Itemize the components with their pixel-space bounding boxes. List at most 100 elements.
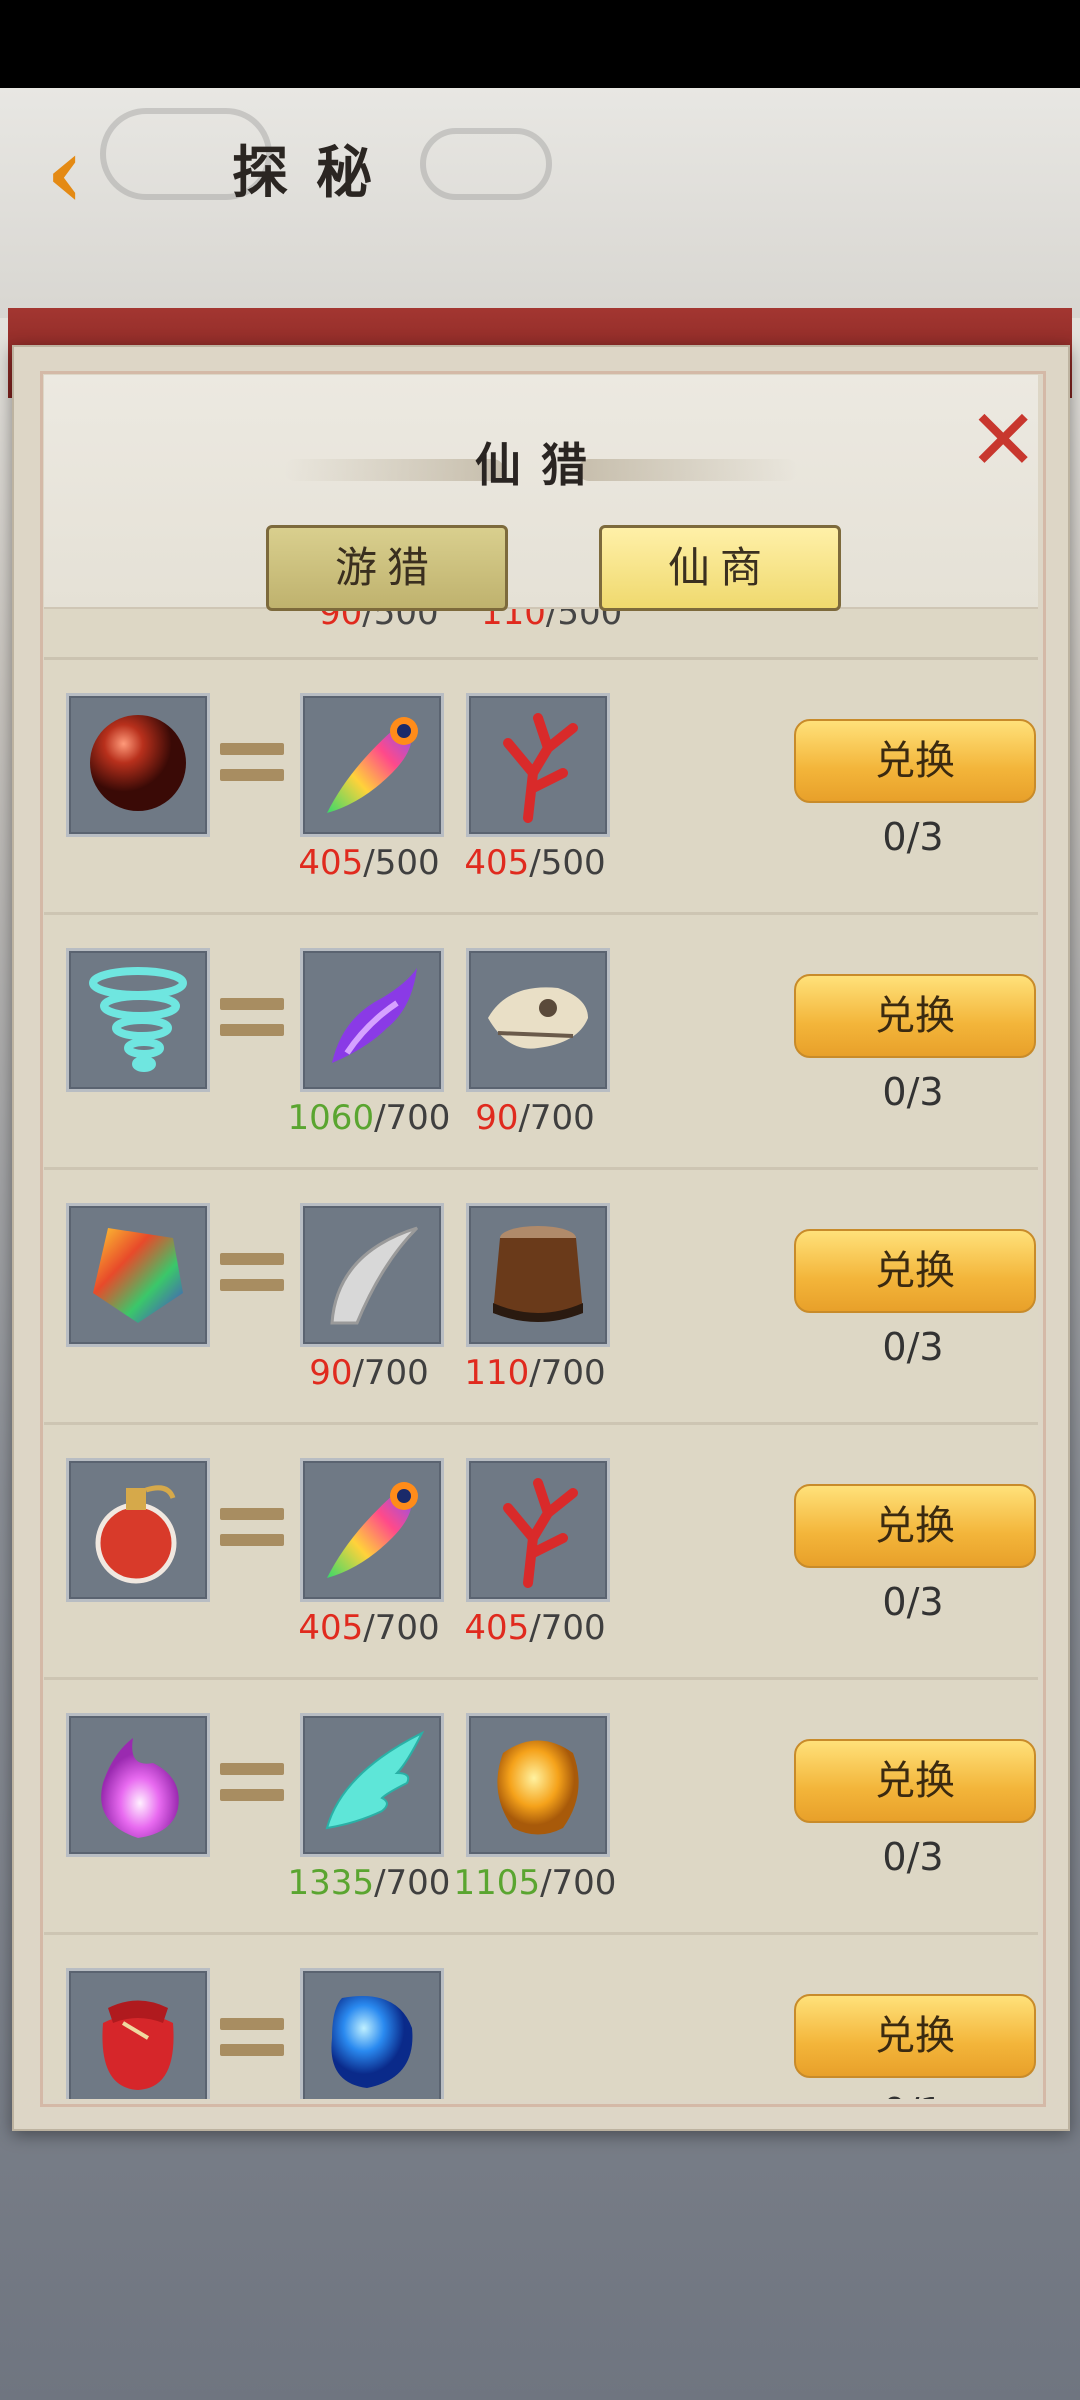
beast-skull-icon xyxy=(478,958,598,1082)
page-title: 探秘 xyxy=(232,140,400,206)
equals-icon xyxy=(220,1253,284,1293)
exchange-limit: 0/3 xyxy=(882,1835,944,1879)
rainbow-feather-icon xyxy=(312,1468,432,1592)
exchange-button[interactable]: 兑换 xyxy=(794,974,1036,1058)
exchange-button[interactable]: 兑换 xyxy=(794,1229,1036,1313)
exchange-button[interactable]: 兑换 xyxy=(794,1994,1036,2078)
tab-merchant[interactable]: 仙商 xyxy=(599,525,841,611)
material-slot[interactable] xyxy=(466,693,610,837)
have-count: 90 xyxy=(475,1098,519,1138)
rainbow-feather-icon xyxy=(312,703,432,827)
material-slot[interactable] xyxy=(300,693,444,837)
blue-gem-icon xyxy=(312,1978,432,2099)
reward-slot[interactable] xyxy=(66,1458,210,1602)
equals-icon xyxy=(220,998,284,1038)
have-count: 405 xyxy=(464,843,530,883)
exchange-button[interactable]: 兑换 xyxy=(794,1484,1036,1568)
tab-hunt[interactable]: 游猎 xyxy=(266,525,508,611)
page-header: ‹ 探秘 xyxy=(0,88,1080,318)
exchange-limit: 0/1 xyxy=(794,2090,1032,2099)
exchange-limit: 0/3 xyxy=(882,1070,944,1114)
exchange-limit: 0/3 xyxy=(882,1325,944,1369)
fang-icon xyxy=(312,1213,432,1337)
material-slot[interactable] xyxy=(300,1458,444,1602)
cloud-decoration xyxy=(420,128,552,200)
rainbow-gem-icon xyxy=(78,1213,198,1337)
list-item: 1335/700 1105/700 兑换 0/3 xyxy=(44,1677,1038,1935)
close-icon[interactable]: ✕ xyxy=(968,398,1038,482)
purple-hair-icon xyxy=(312,958,432,1082)
material-slot[interactable] xyxy=(466,1458,610,1602)
red-coral-icon xyxy=(478,703,598,827)
red-orb-icon xyxy=(83,708,193,822)
equals-icon xyxy=(220,743,284,783)
dialog-header: 仙猎 ✕ 游猎 仙商 xyxy=(44,375,1038,611)
have-count: 1335 xyxy=(287,1863,375,1903)
have-count: 1060 xyxy=(287,1098,375,1138)
material-slot[interactable] xyxy=(300,1713,444,1857)
material-slot[interactable] xyxy=(300,1968,444,2099)
material-slot[interactable] xyxy=(300,948,444,1092)
equals-icon xyxy=(220,1763,284,1803)
purple-flame-icon xyxy=(78,1723,198,1847)
material-slot[interactable] xyxy=(466,1203,610,1347)
need-count: /700 xyxy=(529,1353,606,1393)
have-count: 90 xyxy=(309,1353,353,1393)
have-count: 405 xyxy=(464,1608,530,1648)
cyan-tornado-icon xyxy=(78,958,198,1082)
exchange-limit: 0/3 xyxy=(882,815,944,859)
status-bar xyxy=(0,0,1080,88)
material-count: 405/700 xyxy=(284,1608,454,1648)
have-count: 405 xyxy=(298,1608,364,1648)
red-potion-icon xyxy=(78,1468,198,1592)
material-slot[interactable] xyxy=(466,1713,610,1857)
hunt-dialog: 仙猎 ✕ 游猎 仙商 90/500 110/500 405/500 405/500… xyxy=(12,345,1070,2131)
exchange-limit: 0/3 xyxy=(882,1580,944,1624)
red-coral-icon xyxy=(478,1468,598,1592)
reward-slot[interactable] xyxy=(66,948,210,1092)
have-count: 110 xyxy=(464,1353,530,1393)
exchange-button[interactable]: 兑换 xyxy=(794,719,1036,803)
list-item: 90/500 110/500 xyxy=(44,607,1038,660)
cyan-wing-icon xyxy=(312,1723,432,1847)
material-count: 1105/700 xyxy=(450,1863,620,1903)
material-count: 1060/700 xyxy=(284,1098,454,1138)
need-count: /700 xyxy=(352,1353,429,1393)
hoof-icon xyxy=(478,1213,598,1337)
back-button[interactable]: ‹ xyxy=(20,125,110,221)
have-count: 405 xyxy=(298,843,364,883)
golden-shell-icon xyxy=(478,1723,598,1847)
need-count: /700 xyxy=(529,1608,606,1648)
reward-slot[interactable] xyxy=(66,1713,210,1857)
material-count: 90/700 xyxy=(284,1353,454,1393)
material-count: 110/700 xyxy=(450,1353,620,1393)
equals-icon xyxy=(220,1508,284,1548)
reward-slot[interactable] xyxy=(66,1203,210,1347)
list-item: 405/500 405/500 兑换 0/3 xyxy=(44,657,1038,915)
exchange-button[interactable]: 兑换 xyxy=(794,1739,1036,1823)
list-item: 405/700 405/700 兑换 0/3 xyxy=(44,1422,1038,1680)
need-count: /500 xyxy=(529,843,606,883)
need-count: /500 xyxy=(363,843,440,883)
material-slot[interactable] xyxy=(300,1203,444,1347)
equals-icon xyxy=(220,2018,284,2058)
list-item: 90/700 110/700 兑换 0/3 xyxy=(44,1167,1038,1425)
need-count: /700 xyxy=(374,1863,451,1903)
exchange-list[interactable]: 90/500 110/500 405/500 405/500 兑换 0/3 1060/7… xyxy=(44,607,1038,2099)
material-slot[interactable] xyxy=(466,948,610,1092)
need-count: /700 xyxy=(518,1098,595,1138)
material-count: 1335/700 xyxy=(284,1863,454,1903)
reward-slot[interactable] xyxy=(66,1968,210,2099)
material-count: 405/500 xyxy=(284,843,454,883)
material-count: 405/700 xyxy=(450,1608,620,1648)
red-pouch-icon xyxy=(78,1978,198,2099)
dialog-title: 仙猎 xyxy=(475,438,607,492)
need-count: /700 xyxy=(540,1863,617,1903)
reward-slot[interactable] xyxy=(66,693,210,837)
list-item: 1060/700 90/700 兑换 0/3 xyxy=(44,912,1038,1170)
need-count: /700 xyxy=(374,1098,451,1138)
have-count: 1105 xyxy=(453,1863,541,1903)
material-count: 405/500 xyxy=(450,843,620,883)
need-count: /700 xyxy=(363,1608,440,1648)
list-item: 兑换 0/1 xyxy=(44,1932,1038,2099)
